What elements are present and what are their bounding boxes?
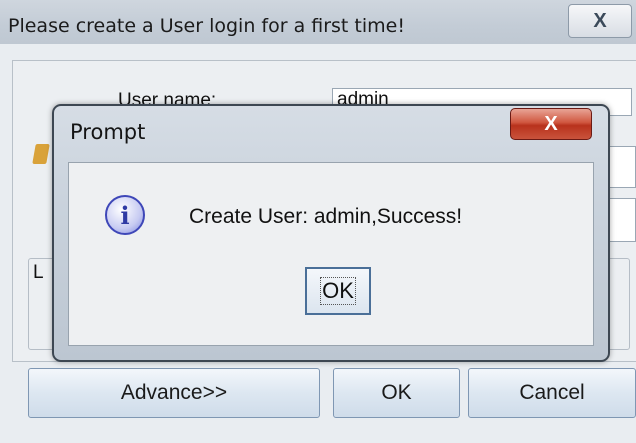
window-titlebar[interactable]: Please create a User login for a first t… xyxy=(0,0,636,44)
close-icon: X xyxy=(544,112,558,135)
prompt-ok-button[interactable]: OK xyxy=(305,267,371,315)
prompt-ok-label: OK xyxy=(320,277,356,305)
prompt-body: i Create User: admin,Success! OK xyxy=(68,162,594,346)
advance-button[interactable]: Advance>> xyxy=(28,368,320,418)
info-icon: i xyxy=(105,195,145,235)
info-icon-glyph: i xyxy=(120,200,130,230)
cancel-button[interactable]: Cancel xyxy=(468,368,636,418)
prompt-dialog: Prompt X i Create User: admin,Success! O… xyxy=(52,104,610,362)
group-label: L xyxy=(33,262,44,283)
window-close-button[interactable]: X xyxy=(568,4,632,38)
prompt-message: Create User: admin,Success! xyxy=(189,205,463,228)
window-title: Please create a User login for a first t… xyxy=(8,15,405,37)
prompt-title: Prompt xyxy=(70,120,146,144)
prompt-close-button[interactable]: X xyxy=(510,108,592,140)
close-icon: X xyxy=(593,9,607,32)
ok-button[interactable]: OK xyxy=(333,368,460,418)
